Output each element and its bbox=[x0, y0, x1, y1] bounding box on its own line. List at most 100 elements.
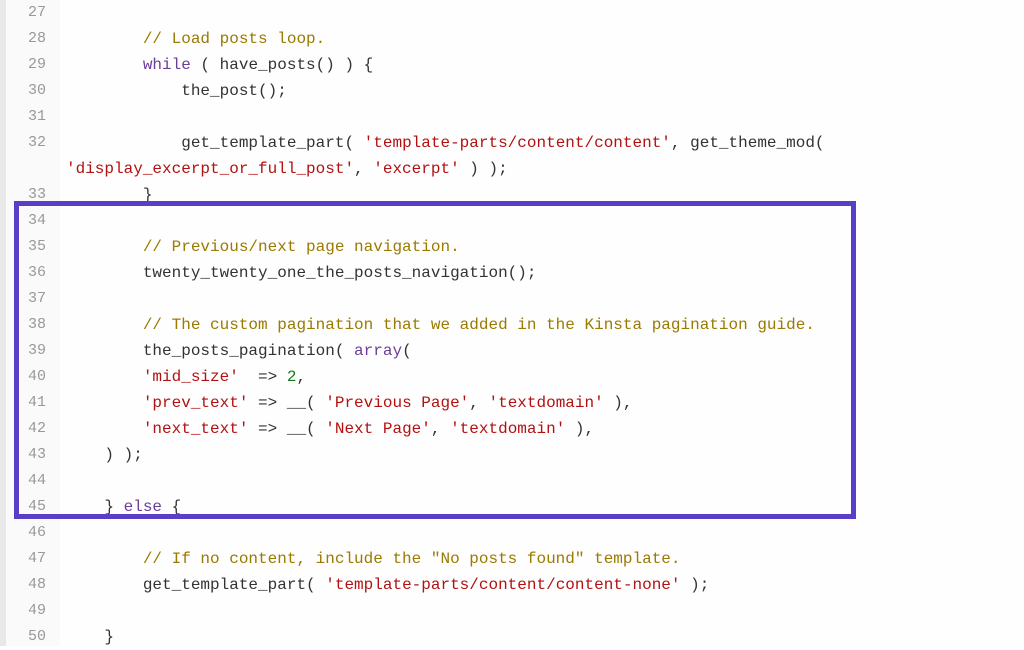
code-token: get_template_part( bbox=[66, 576, 325, 594]
code-token: , bbox=[431, 420, 450, 438]
code-token: ); bbox=[681, 576, 710, 594]
code-token: get_template_part( bbox=[66, 134, 364, 152]
line-number: 46 bbox=[6, 520, 46, 546]
code-line[interactable] bbox=[66, 468, 1024, 494]
code-token: // If no content, include the "No posts … bbox=[143, 550, 681, 568]
line-number: 44 bbox=[6, 468, 46, 494]
code-token: twenty_twenty_one_the_posts_navigation()… bbox=[66, 264, 536, 282]
code-token: // The custom pagination that we added i… bbox=[143, 316, 815, 334]
code-editor[interactable]: 2728293031323334353637383940414243444546… bbox=[0, 0, 1024, 646]
code-token: ) ); bbox=[66, 446, 143, 464]
line-number: 49 bbox=[6, 598, 46, 624]
code-line[interactable] bbox=[66, 0, 1024, 26]
code-line[interactable]: 'next_text' => __( 'Next Page', 'textdom… bbox=[66, 416, 1024, 442]
line-number: 39 bbox=[6, 338, 46, 364]
code-token: 'display_excerpt_or_full_post' bbox=[66, 160, 354, 178]
code-token: 'template-parts/content/content' bbox=[364, 134, 671, 152]
code-line[interactable]: // Previous/next page navigation. bbox=[66, 234, 1024, 260]
line-number: 28 bbox=[6, 26, 46, 52]
code-line[interactable]: while ( have_posts() ) { bbox=[66, 52, 1024, 78]
code-token: 'Next Page' bbox=[325, 420, 431, 438]
code-token: the_post(); bbox=[66, 82, 287, 100]
code-token: while bbox=[143, 56, 191, 74]
code-line[interactable]: get_template_part( 'template-parts/conte… bbox=[66, 130, 1024, 156]
code-token: ( have_posts() ) { bbox=[191, 56, 373, 74]
line-number: 47 bbox=[6, 546, 46, 572]
line-number: 37 bbox=[6, 286, 46, 312]
code-token: ( bbox=[402, 342, 412, 360]
code-line[interactable]: } bbox=[66, 624, 1024, 650]
line-number: 35 bbox=[6, 234, 46, 260]
line-number: 43 bbox=[6, 442, 46, 468]
code-line[interactable]: // If no content, include the "No posts … bbox=[66, 546, 1024, 572]
code-line[interactable] bbox=[66, 208, 1024, 234]
code-token: 'excerpt' bbox=[373, 160, 459, 178]
code-line[interactable] bbox=[66, 598, 1024, 624]
line-number: 29 bbox=[6, 52, 46, 78]
code-token: 'next_text' bbox=[143, 420, 249, 438]
code-line[interactable]: ) ); bbox=[66, 442, 1024, 468]
code-token: 'prev_text' bbox=[143, 394, 249, 412]
code-token: array bbox=[354, 342, 402, 360]
code-token: 2 bbox=[287, 368, 297, 386]
code-line[interactable] bbox=[66, 286, 1024, 312]
code-token bbox=[66, 56, 143, 74]
code-token: else bbox=[124, 498, 162, 516]
code-token bbox=[66, 30, 143, 48]
code-token: the_posts_pagination( bbox=[66, 342, 354, 360]
code-token: } bbox=[66, 186, 152, 204]
line-number bbox=[6, 156, 46, 182]
code-token bbox=[66, 420, 143, 438]
code-token: { bbox=[162, 498, 181, 516]
code-line[interactable]: 'prev_text' => __( 'Previous Page', 'tex… bbox=[66, 390, 1024, 416]
code-token: // Previous/next page navigation. bbox=[143, 238, 460, 256]
line-number: 48 bbox=[6, 572, 46, 598]
code-line[interactable] bbox=[66, 520, 1024, 546]
code-token: 'textdomain' bbox=[488, 394, 603, 412]
code-token: , bbox=[469, 394, 488, 412]
code-token: => bbox=[239, 368, 287, 386]
code-token bbox=[66, 316, 143, 334]
code-token: 'Previous Page' bbox=[325, 394, 469, 412]
code-line[interactable] bbox=[66, 104, 1024, 130]
code-token: } bbox=[66, 628, 114, 646]
code-content-area[interactable]: // Load posts loop. while ( have_posts()… bbox=[60, 0, 1024, 646]
code-line[interactable]: 'mid_size' => 2, bbox=[66, 364, 1024, 390]
code-line[interactable]: the_posts_pagination( array( bbox=[66, 338, 1024, 364]
line-number: 33 bbox=[6, 182, 46, 208]
code-token: => __( bbox=[248, 394, 325, 412]
code-line[interactable]: // Load posts loop. bbox=[66, 26, 1024, 52]
code-token: , get_theme_mod( bbox=[671, 134, 834, 152]
code-token bbox=[66, 550, 143, 568]
line-number: 41 bbox=[6, 390, 46, 416]
line-number: 27 bbox=[6, 0, 46, 26]
line-number: 32 bbox=[6, 130, 46, 156]
line-number: 38 bbox=[6, 312, 46, 338]
line-number: 42 bbox=[6, 416, 46, 442]
line-number: 40 bbox=[6, 364, 46, 390]
code-line[interactable]: the_post(); bbox=[66, 78, 1024, 104]
code-line[interactable]: } else { bbox=[66, 494, 1024, 520]
code-token: , bbox=[296, 368, 306, 386]
code-token: , bbox=[354, 160, 373, 178]
code-token: 'textdomain' bbox=[450, 420, 565, 438]
code-token bbox=[66, 368, 143, 386]
code-token: } bbox=[66, 498, 124, 516]
code-token: 'mid_size' bbox=[143, 368, 239, 386]
code-line[interactable]: // The custom pagination that we added i… bbox=[66, 312, 1024, 338]
line-number: 36 bbox=[6, 260, 46, 286]
code-token bbox=[66, 394, 143, 412]
code-token: => __( bbox=[248, 420, 325, 438]
code-token bbox=[66, 238, 143, 256]
line-number: 50 bbox=[6, 624, 46, 650]
line-number: 45 bbox=[6, 494, 46, 520]
line-number: 30 bbox=[6, 78, 46, 104]
code-line[interactable]: twenty_twenty_one_the_posts_navigation()… bbox=[66, 260, 1024, 286]
code-line[interactable]: } bbox=[66, 182, 1024, 208]
code-token: // Load posts loop. bbox=[143, 30, 325, 48]
code-line[interactable]: 'display_excerpt_or_full_post', 'excerpt… bbox=[66, 156, 1024, 182]
code-line[interactable]: get_template_part( 'template-parts/conte… bbox=[66, 572, 1024, 598]
code-token: 'template-parts/content/content-none' bbox=[325, 576, 680, 594]
code-token: ), bbox=[565, 420, 594, 438]
line-number-gutter: 2728293031323334353637383940414243444546… bbox=[6, 0, 60, 646]
